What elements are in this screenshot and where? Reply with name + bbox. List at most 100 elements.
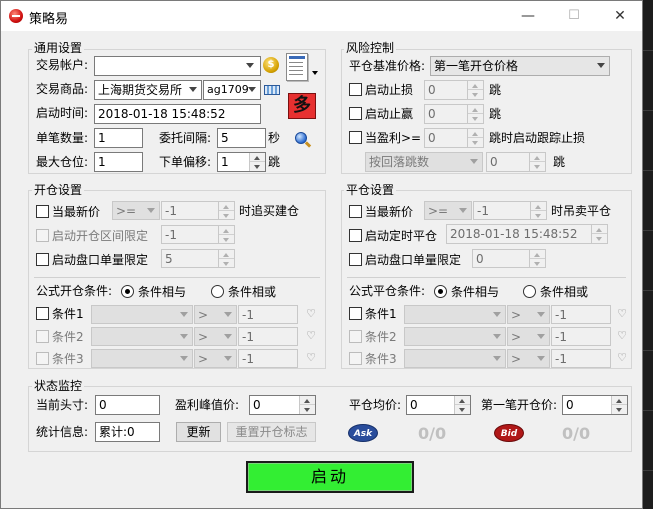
interval-input[interactable]: 5 (217, 128, 266, 148)
reset-open-flag-button[interactable]: 重置开仓标志 (227, 422, 316, 442)
lot-input[interactable]: 1 (94, 128, 143, 148)
takeprofit-checkbox[interactable] (349, 107, 362, 120)
benchmark-label: 平仓基准价格: (349, 59, 426, 73)
close-book-checkbox[interactable] (349, 253, 362, 266)
close-cond2-checkbox[interactable] (349, 330, 362, 343)
open-book-checkbox[interactable] (36, 253, 49, 266)
trailing-unit: 跳时启动跟踪止损 (489, 131, 586, 145)
close-timed-checkbox[interactable] (349, 229, 362, 242)
open-cond1-formula[interactable] (91, 305, 193, 324)
maximize-button[interactable]: ☐ (551, 1, 597, 31)
menu-list-icon[interactable] (286, 53, 308, 81)
start-button[interactable]: 启动 (246, 461, 414, 493)
account-select[interactable] (94, 56, 261, 76)
takeprofit-spinner[interactable] (467, 105, 483, 123)
open-latest-label: 当最新价 (52, 205, 101, 219)
first-price-value: 0 (566, 398, 574, 412)
exchange-select[interactable]: 上海期货交易所 (94, 80, 202, 100)
start-time-input[interactable]: 2018-01-18 15:48:52 (94, 104, 261, 124)
close-button[interactable]: ✕ (597, 1, 643, 31)
open-cond3-formula[interactable] (91, 349, 193, 368)
close-latest-spinner[interactable] (530, 202, 546, 219)
open-cond2-operator[interactable]: > (194, 327, 237, 346)
dropdown-arrow-icon[interactable] (312, 71, 318, 75)
offset-unit: 跳 (268, 155, 281, 169)
close-cond2-operator[interactable]: > (507, 327, 550, 346)
stoploss-checkbox[interactable] (349, 83, 362, 96)
update-button[interactable]: 更新 (176, 422, 221, 442)
open-or-radio[interactable] (211, 285, 224, 298)
position-input[interactable]: 0 (95, 395, 160, 415)
close-latest-operator[interactable]: >= (424, 201, 472, 220)
open-cond2-checkbox[interactable] (36, 330, 49, 343)
avg-price-label: 平仓均价: (349, 398, 402, 412)
open-latest-checkbox[interactable] (36, 205, 49, 218)
stats-label: 统计信息: (36, 425, 89, 439)
pullback-spinner[interactable] (529, 153, 545, 171)
close-cond3-formula[interactable] (404, 349, 506, 368)
coin-icon[interactable]: $ (263, 57, 279, 73)
heart-icon[interactable]: ♡ (305, 329, 317, 343)
stoploss-unit: 跳 (489, 83, 502, 97)
open-cond3-input[interactable]: -1 (238, 349, 298, 368)
open-and-radio[interactable] (121, 285, 134, 298)
close-cond3-operator[interactable]: > (507, 349, 550, 368)
close-book-spinner[interactable] (529, 250, 545, 267)
close-cond3-checkbox[interactable] (349, 352, 362, 365)
close-cond1-input[interactable]: -1 (551, 305, 611, 324)
open-latest-spinner[interactable] (218, 202, 234, 219)
trailing-spinner[interactable] (467, 129, 483, 147)
open-cond1-operator[interactable]: > (194, 305, 237, 324)
close-latest-checkbox[interactable] (349, 205, 362, 218)
close-cond1-checkbox[interactable] (349, 307, 362, 320)
max-position-input[interactable]: 1 (94, 152, 143, 172)
keyboard-icon[interactable] (264, 85, 280, 95)
minimize-button[interactable]: — (505, 1, 551, 31)
close-timed-input[interactable]: 2018-01-18 15:48:52 (446, 224, 608, 244)
open-cond1-input[interactable]: -1 (238, 305, 298, 324)
offset-value: 1 (221, 155, 229, 169)
close-cond3-input[interactable]: -1 (551, 349, 611, 368)
open-cond2-formula[interactable] (91, 327, 193, 346)
open-book-spinner[interactable] (218, 250, 234, 267)
stoploss-spinner[interactable] (467, 81, 483, 99)
heart-icon[interactable]: ♡ (616, 329, 628, 343)
open-cond1-checkbox[interactable] (36, 307, 49, 320)
close-timed-spinner[interactable] (591, 225, 607, 243)
status-monitor-title: 状态监控 (32, 379, 85, 393)
interval-unit: 秒 (268, 131, 281, 145)
pullback-mode-select[interactable]: 按回落跳数 (365, 152, 483, 172)
open-range-checkbox[interactable] (36, 229, 49, 242)
heart-icon[interactable]: ♡ (616, 351, 628, 365)
trailing-checkbox[interactable] (349, 131, 362, 144)
first-price-spinner[interactable] (611, 396, 627, 414)
close-cond2-input[interactable]: -1 (551, 327, 611, 346)
long-direction-button[interactable]: 多 (288, 93, 316, 119)
peak-label: 盈利峰值价: (175, 398, 240, 412)
bid-ratio: 0/0 (562, 424, 591, 443)
stats-input[interactable]: 累计:0 (95, 422, 160, 442)
open-cond3-label: 条件3 (52, 352, 84, 366)
close-cond2-formula[interactable] (404, 327, 506, 346)
contract-select[interactable]: ag1709 (203, 80, 261, 100)
open-latest-operator[interactable]: >= (112, 201, 160, 220)
close-cond1-formula[interactable] (404, 305, 506, 324)
open-cond3-checkbox[interactable] (36, 352, 49, 365)
heart-icon[interactable]: ♡ (305, 307, 317, 321)
open-cond2-input[interactable]: -1 (238, 327, 298, 346)
close-and-radio[interactable] (434, 285, 447, 298)
open-cond3-operator[interactable]: > (194, 349, 237, 368)
open-settings-title: 开仓设置 (32, 183, 85, 197)
peak-spinner[interactable] (299, 396, 315, 414)
avg-price-spinner[interactable] (454, 396, 470, 414)
offset-spinner[interactable] (249, 153, 265, 171)
close-or-radio[interactable] (523, 285, 536, 298)
close-cond1-operator[interactable]: > (507, 305, 550, 324)
chevron-down-icon (224, 312, 232, 317)
benchmark-select[interactable]: 第一笔开仓价格 (430, 56, 610, 76)
heart-icon[interactable]: ♡ (616, 307, 628, 321)
title-bar: 策略易 — ☐ ✕ (1, 1, 642, 31)
heart-icon[interactable]: ♡ (305, 351, 317, 365)
open-range-spinner[interactable] (218, 226, 234, 243)
open-latest-operator-value: >= (116, 204, 137, 218)
